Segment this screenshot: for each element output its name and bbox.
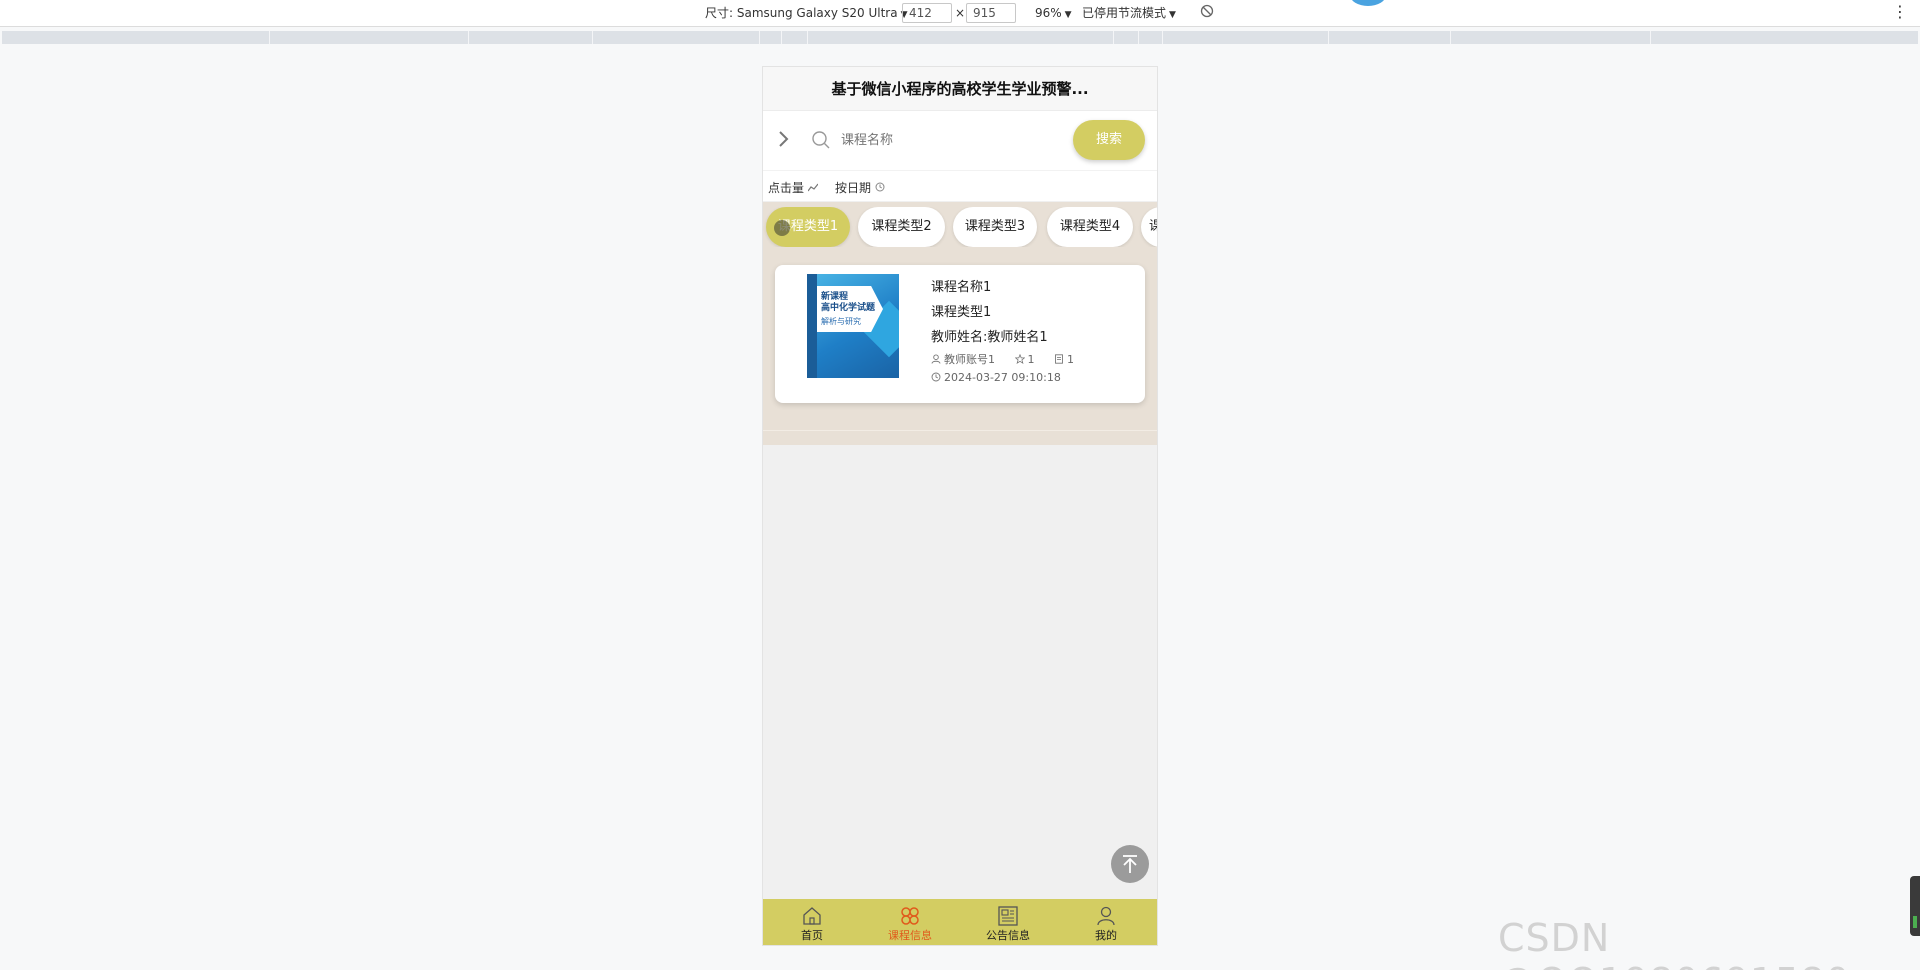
back-to-top-button[interactable] [1111, 845, 1149, 883]
sort-by-clicks[interactable]: 点击量 [768, 179, 819, 196]
cover-subtitle: 解析与研究 [821, 317, 861, 326]
sort-bar: 点击量 按日期 [763, 171, 1157, 201]
clock-icon [872, 182, 885, 195]
category-chip[interactable]: 课程类型1 [766, 207, 850, 247]
device-select[interactable]: 尺寸: Samsung Galaxy S20 Ultra ▼ [705, 5, 908, 24]
width-input[interactable]: 412 [902, 3, 952, 23]
comment-count: 1 [1054, 353, 1074, 366]
page-title: 基于微信小程序的高校学生学业预警... [763, 67, 1157, 111]
throttle-select[interactable]: 已停用节流模式 ▼ [1082, 5, 1176, 24]
tab-courses[interactable]: 课程信息 [861, 903, 959, 945]
category-chip[interactable]: 课程类型2 [858, 207, 945, 247]
zoom-label: 96% [1035, 6, 1062, 20]
sort-by-date[interactable]: 按日期 [835, 179, 885, 196]
teacher-account: 教师账号1 [931, 353, 995, 366]
clock-icon [931, 372, 941, 382]
course-meta: 教师账号1 1 1 [931, 351, 1090, 367]
course-type: 课程类型1 [931, 305, 992, 320]
devtools-device-toolbar: 尺寸: Samsung Galaxy S20 Ultra ▼ 412 × 915 … [0, 0, 1920, 27]
tab-home[interactable]: 首页 [763, 903, 861, 945]
rotate-disabled-icon[interactable] [1200, 4, 1214, 23]
bottom-tab-bar: 首页 课程信息 公告信息 我的 [763, 899, 1157, 945]
sort-clicks-label: 点击量 [768, 181, 805, 195]
teacher-name: 教师姓名:教师姓名1 [931, 330, 1048, 345]
side-widget[interactable] [1910, 876, 1920, 936]
chip-label: 课 [1149, 219, 1157, 234]
chevron-right-icon[interactable] [775, 127, 793, 151]
caret-down-icon: ▼ [1064, 10, 1072, 20]
chip-label: 课程类型3 [964, 219, 1026, 234]
touch-indicator [774, 220, 790, 236]
search-input[interactable] [841, 127, 1061, 153]
category-chips: 课程类型1 课程类型2 课程类型3 课程类型4 课 [763, 207, 1157, 247]
caret-down-icon: ▼ [1169, 10, 1176, 20]
star-count: 1 [1014, 353, 1035, 366]
tab-label: 课程信息 [888, 929, 932, 942]
tab-label: 首页 [801, 929, 823, 942]
home-icon [803, 907, 821, 925]
throttle-label: 已停用节流模式 [1082, 6, 1167, 20]
category-chip[interactable]: 课 [1141, 207, 1157, 247]
tab-label: 我的 [1095, 929, 1117, 942]
sort-date-label: 按日期 [835, 181, 872, 195]
chart-icon [805, 183, 819, 195]
course-date: 2024-03-27 09:10:18 [931, 371, 1061, 384]
course-cover-image: 新课程 高中化学试题 解析与研究 [807, 274, 899, 378]
course-name: 课程名称1 [931, 280, 992, 295]
divider [763, 430, 1157, 431]
media-query-ruler [2, 31, 1918, 44]
floating-blob [1350, 0, 1386, 6]
search-icon [811, 130, 831, 154]
chip-label: 课程类型4 [1059, 219, 1121, 234]
times-sign: × [955, 6, 966, 20]
user-icon [931, 354, 941, 364]
category-chip[interactable]: 课程类型3 [953, 207, 1037, 247]
tab-notices[interactable]: 公告信息 [959, 903, 1057, 945]
newspaper-icon [998, 906, 1018, 926]
category-chip[interactable]: 课程类型4 [1047, 207, 1133, 247]
arrow-up-icon [1123, 855, 1137, 873]
tab-profile[interactable]: 我的 [1057, 903, 1155, 945]
tab-label: 公告信息 [986, 929, 1030, 942]
star-icon [1014, 354, 1025, 364]
user-icon [1097, 906, 1115, 926]
chip-label: 课程类型2 [871, 219, 932, 234]
course-info: 课程名称1 课程类型1 教师姓名:教师姓名1 [931, 275, 1048, 350]
search-bar: 搜索 [763, 111, 1157, 171]
course-card[interactable]: 新课程 高中化学试题 解析与研究 课程名称1 课程类型1 教师姓名:教师姓名1 教… [775, 265, 1145, 403]
clover-icon [901, 907, 919, 925]
zoom-select[interactable]: 96% ▼ [1035, 5, 1072, 24]
course-list-area: 课程类型1 课程类型2 课程类型3 课程类型4 课 新课程高中化学试题 解析与研… [763, 202, 1157, 445]
search-button[interactable]: 搜索 [1073, 120, 1145, 160]
more-options-icon[interactable]: ⋮ [1892, 3, 1908, 21]
height-input[interactable]: 915 [966, 3, 1016, 23]
document-icon [1055, 354, 1063, 364]
watermark: CSDN @QQ1980691580 [1498, 916, 1850, 970]
device-label: 尺寸: Samsung Galaxy S20 Ultra [705, 6, 898, 20]
phone-viewport: 基于微信小程序的高校学生学业预警... 搜索 点击量 按日期 课程类型1 课程类… [762, 66, 1158, 946]
